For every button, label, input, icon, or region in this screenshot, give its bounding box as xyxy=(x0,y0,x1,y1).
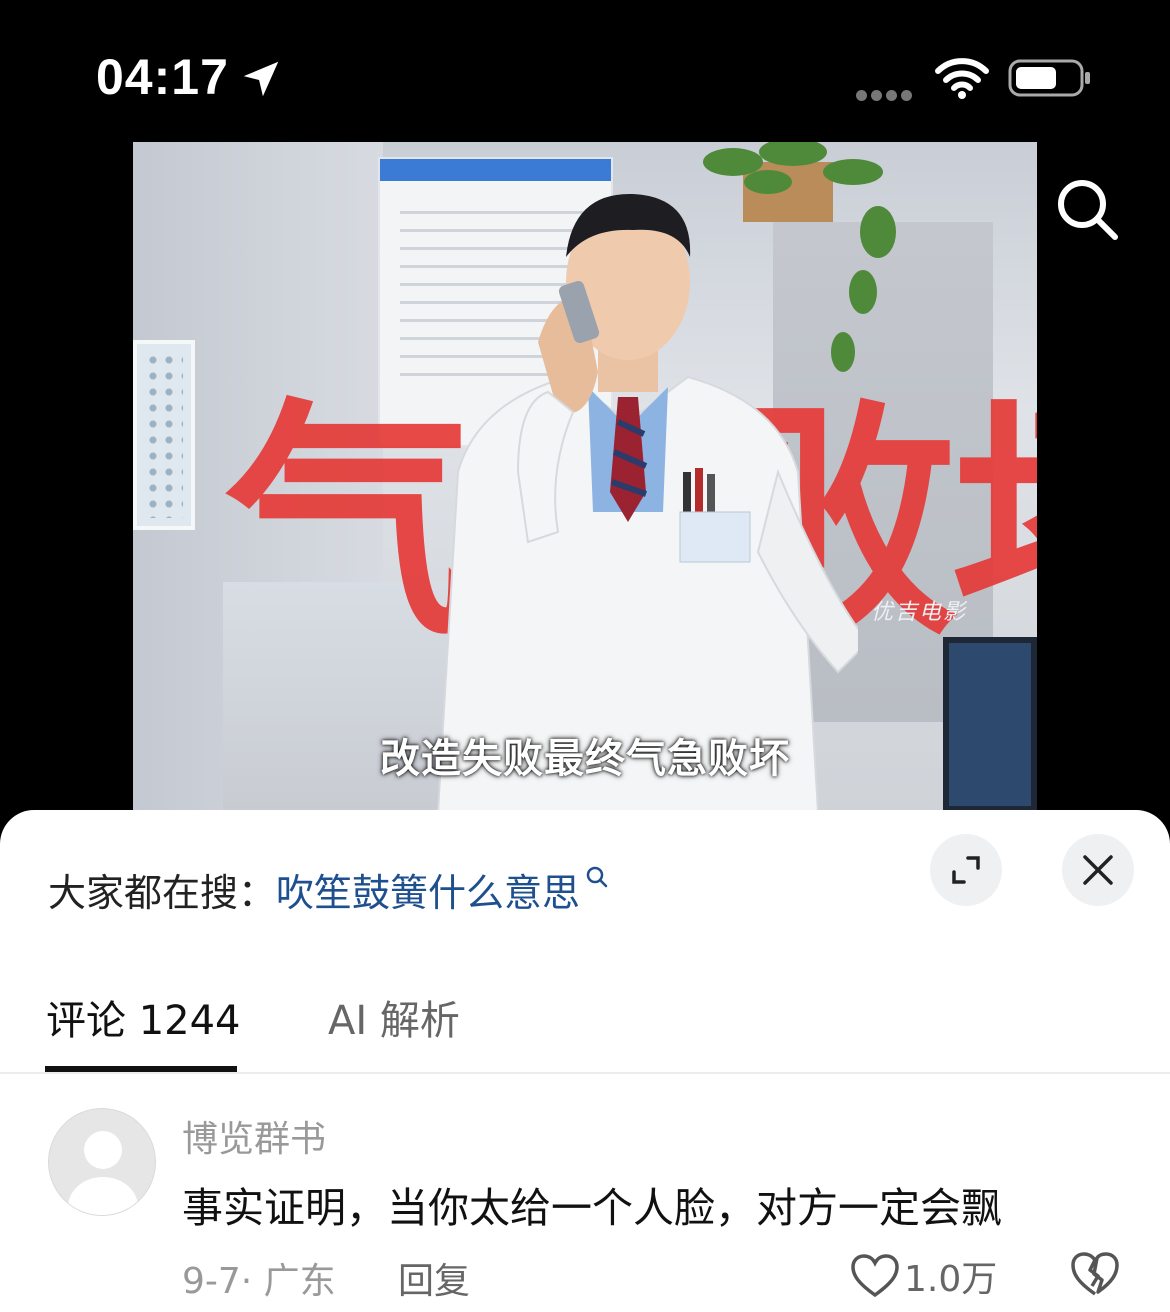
close-icon xyxy=(1083,855,1113,885)
video-player[interactable]: 气急败坏 优吉电影 改造失败最终气急败坏 xyxy=(133,142,1037,810)
signal-dots-icon xyxy=(856,86,916,101)
expand-icon xyxy=(952,856,980,884)
like-button[interactable]: 1.0万 xyxy=(850,1250,997,1302)
avatar[interactable] xyxy=(48,1108,156,1216)
heart-icon xyxy=(851,1254,899,1298)
close-button[interactable] xyxy=(1062,834,1134,906)
search-icon[interactable] xyxy=(1054,176,1120,242)
comments-sheet: 大家都在搜：吹笙鼓簧什么意思 评论 1244 AI 解析 博览群书 事实证明，当… xyxy=(0,810,1170,1312)
small-search-icon xyxy=(586,866,608,888)
video-watermark: 优吉电影 xyxy=(871,600,968,625)
video-subtitle: 改造失败最终气急败坏 xyxy=(380,736,790,782)
hot-search-query[interactable]: 吹笙鼓簧什么意思 xyxy=(276,871,580,915)
comment-text: 事实证明，当你太给一个人脸，对方一定会飘 xyxy=(182,1184,1002,1232)
hot-search-prefix: 大家都在搜： xyxy=(48,871,277,915)
battery-icon xyxy=(1008,59,1090,97)
like-count: 1.0万 xyxy=(904,1259,998,1300)
wifi-icon xyxy=(935,58,989,99)
tab-bar: 评论 1244 AI 解析 xyxy=(0,978,1170,1074)
active-tab-indicator xyxy=(45,1066,237,1072)
tab-ai-analysis[interactable]: AI 解析 xyxy=(328,988,460,1046)
broken-heart-icon[interactable] xyxy=(1070,1250,1120,1298)
status-time: 04:17 xyxy=(96,49,229,105)
comment-item: 博览群书 事实证明，当你太给一个人脸，对方一定会飘 9-7· 广东 回复 1.0… xyxy=(0,1100,1170,1312)
doctor-figure xyxy=(437,193,858,810)
location-arrow-icon xyxy=(243,61,279,97)
comment-meta: 9-7· 广东 xyxy=(182,1261,336,1302)
reply-button[interactable]: 回复 xyxy=(398,1252,470,1304)
hot-search-bar[interactable]: 大家都在搜：吹笙鼓簧什么意思 xyxy=(48,862,610,917)
xray-lightbox xyxy=(133,340,195,530)
tab-comments[interactable]: 评论 1244 xyxy=(46,988,241,1046)
status-bar: 04:17 xyxy=(0,0,1170,140)
expand-button[interactable] xyxy=(930,834,1002,906)
comment-username[interactable]: 博览群书 xyxy=(182,1110,326,1162)
